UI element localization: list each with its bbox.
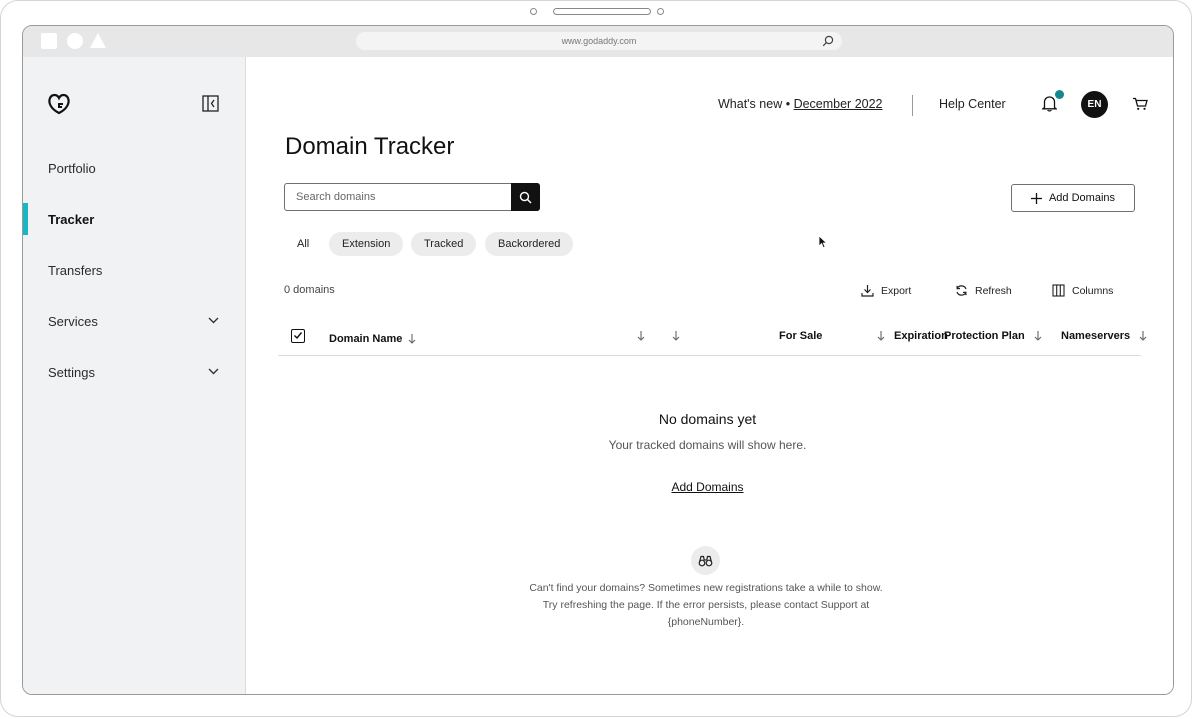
cart-icon[interactable] bbox=[1132, 97, 1148, 111]
sort-arrow-icon[interactable] bbox=[1139, 331, 1147, 341]
search-icon bbox=[519, 191, 532, 204]
avatar[interactable]: EN bbox=[1081, 91, 1108, 118]
square-shape-icon bbox=[41, 33, 57, 49]
search-box bbox=[284, 183, 540, 211]
speaker-slot bbox=[553, 8, 651, 15]
sidebar-item-settings[interactable]: Settings bbox=[48, 365, 233, 380]
sidebar-item-tracker[interactable]: Tracker bbox=[48, 212, 233, 227]
plus-icon bbox=[1030, 192, 1042, 204]
bell-icon[interactable] bbox=[1042, 95, 1057, 112]
refresh-icon bbox=[956, 285, 967, 296]
triangle-shape-icon bbox=[90, 33, 106, 48]
collapse-sidebar-icon[interactable] bbox=[202, 95, 219, 112]
filter-all[interactable]: All bbox=[292, 232, 314, 256]
filter-extension[interactable]: Extension bbox=[329, 232, 404, 256]
column-domain-name[interactable]: Domain Name bbox=[329, 333, 416, 345]
search-icon[interactable] bbox=[822, 35, 834, 47]
empty-state-title: No domains yet bbox=[658, 411, 757, 427]
page-title: Domain Tracker bbox=[285, 133, 455, 160]
browser-window: www.godaddy.com Portfolio Tracker Transf… bbox=[22, 25, 1174, 695]
notification-dot bbox=[1055, 90, 1064, 99]
filter-tracked[interactable]: Tracked bbox=[411, 232, 477, 256]
sidebar-item-portfolio[interactable]: Portfolio bbox=[48, 161, 233, 176]
circle-shape-icon bbox=[67, 33, 83, 49]
columns-button[interactable]: Columns bbox=[1052, 284, 1113, 297]
check-icon bbox=[294, 332, 303, 340]
column-protection-plan[interactable]: Protection Plan bbox=[944, 330, 1042, 342]
column-for-sale[interactable]: For Sale bbox=[779, 330, 822, 342]
select-all-checkbox[interactable] bbox=[291, 329, 305, 343]
camera-dot bbox=[530, 8, 537, 15]
columns-icon bbox=[1052, 284, 1065, 297]
export-button[interactable]: Export bbox=[861, 284, 911, 297]
browser-chrome: www.godaddy.com bbox=[23, 26, 1173, 58]
search-input[interactable] bbox=[285, 184, 510, 210]
refresh-button[interactable]: Refresh bbox=[955, 284, 1012, 297]
chevron-down-icon[interactable] bbox=[208, 317, 219, 324]
empty-state-subtitle: Your tracked domains will show here. bbox=[608, 438, 807, 452]
address-bar[interactable]: www.godaddy.com bbox=[356, 32, 842, 50]
mouse-pointer-icon bbox=[818, 235, 828, 249]
chevron-down-icon[interactable] bbox=[208, 368, 219, 375]
sidebar: Portfolio Tracker Transfers Services Set… bbox=[23, 57, 246, 694]
sort-arrow-icon[interactable] bbox=[408, 334, 416, 344]
empty-state-help-note: Can't find your domains? Sometimes new r… bbox=[529, 582, 883, 628]
header-divider bbox=[912, 95, 913, 116]
sort-arrow-icon[interactable] bbox=[637, 331, 645, 341]
main-content: What's new • December 2022 Help Center E… bbox=[246, 57, 1173, 694]
help-center-link[interactable]: Help Center bbox=[939, 97, 1006, 111]
url-text: www.godaddy.com bbox=[561, 36, 637, 46]
binoculars-icon bbox=[691, 546, 720, 575]
domain-count: 0 domains bbox=[284, 284, 335, 296]
empty-state-add-link: Add Domains bbox=[671, 480, 744, 494]
godaddy-logo-icon[interactable] bbox=[47, 93, 71, 115]
sensor-dot bbox=[657, 8, 664, 15]
column-expiration[interactable]: Expiration bbox=[873, 330, 948, 342]
device-frame: www.godaddy.com Portfolio Tracker Transf… bbox=[0, 0, 1192, 717]
whats-new: What's new • December 2022 bbox=[718, 97, 883, 111]
release-link[interactable]: December 2022 bbox=[794, 97, 883, 111]
column-nameservers[interactable]: Nameservers bbox=[1061, 330, 1147, 342]
sidebar-item-services[interactable]: Services bbox=[48, 314, 233, 329]
sidebar-item-transfers[interactable]: Transfers bbox=[48, 263, 233, 278]
add-domains-button[interactable]: Add Domains bbox=[1011, 184, 1135, 212]
table-header-divider bbox=[278, 355, 1141, 356]
sort-arrow-icon[interactable] bbox=[1034, 331, 1042, 341]
download-icon bbox=[861, 285, 874, 297]
active-nav-indicator bbox=[23, 203, 28, 235]
filter-backordered[interactable]: Backordered bbox=[485, 232, 574, 256]
search-button[interactable] bbox=[511, 183, 540, 211]
sort-arrow-icon[interactable] bbox=[672, 331, 680, 341]
